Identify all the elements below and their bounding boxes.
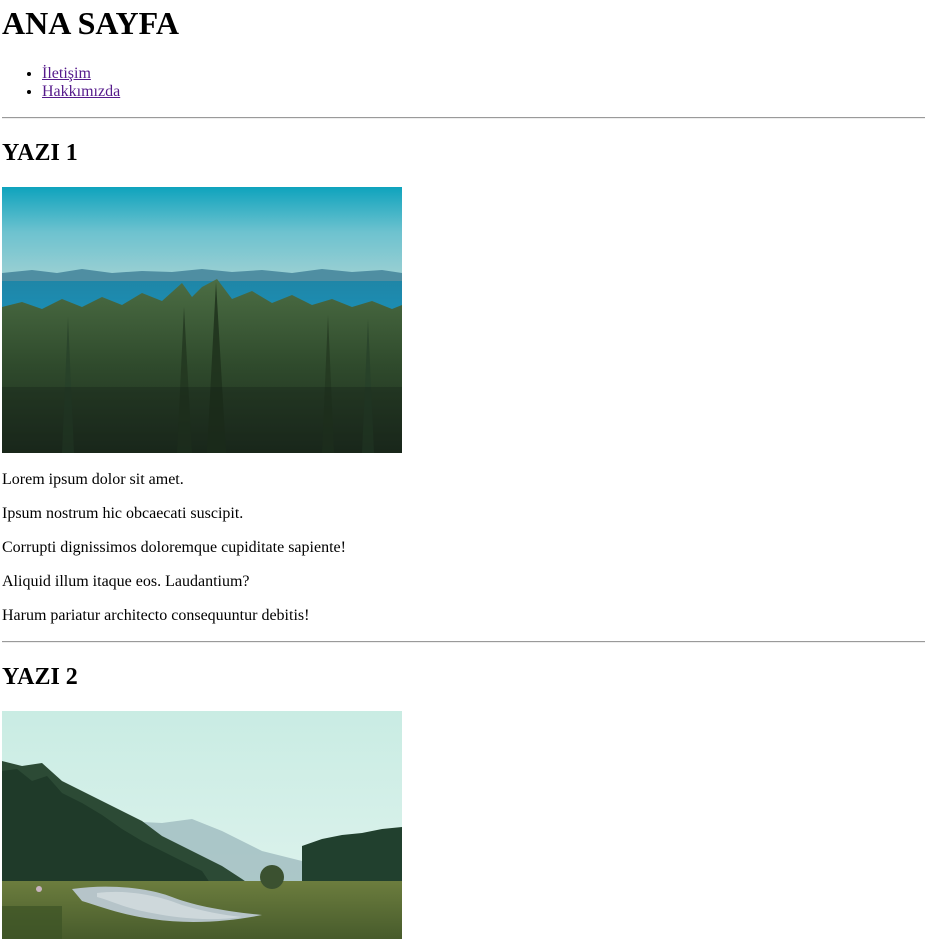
nav-link-iletisim[interactable]: İletişim	[42, 65, 91, 82]
forest-lake-photo	[2, 187, 402, 453]
post-1: YAZI 1 Lorem ipsum dolor sit amet. Ipsum…	[2, 139, 926, 625]
nav-link-hakkimizda[interactable]: Hakkımızda	[42, 83, 120, 100]
river-valley-photo	[2, 711, 402, 939]
post-title: YAZI 1	[2, 140, 78, 166]
paragraph: Aliquid illum itaque eos. Laudantium?	[2, 573, 250, 590]
paragraph: Corrupti dignissimos doloremque cupidita…	[2, 539, 346, 556]
page-title: ANA SAYFA	[2, 5, 179, 41]
post-2: YAZI 2	[2, 663, 926, 939]
post-title: YAZI 2	[2, 664, 78, 690]
paragraph: Harum pariatur architecto consequuntur d…	[2, 607, 310, 624]
paragraph: Ipsum nostrum hic obcaecati suscipit.	[2, 505, 244, 522]
nav-item-iletisim: İletişim	[42, 65, 926, 83]
page: ANA SAYFA İletişim Hakkımızda YAZI 1	[0, 0, 926, 939]
nav-item-hakkimizda: Hakkımızda	[42, 83, 926, 101]
divider	[2, 117, 925, 119]
divider	[2, 641, 925, 643]
paragraph: Lorem ipsum dolor sit amet.	[2, 471, 184, 488]
nav-list: İletişim Hakkımızda	[2, 65, 926, 101]
